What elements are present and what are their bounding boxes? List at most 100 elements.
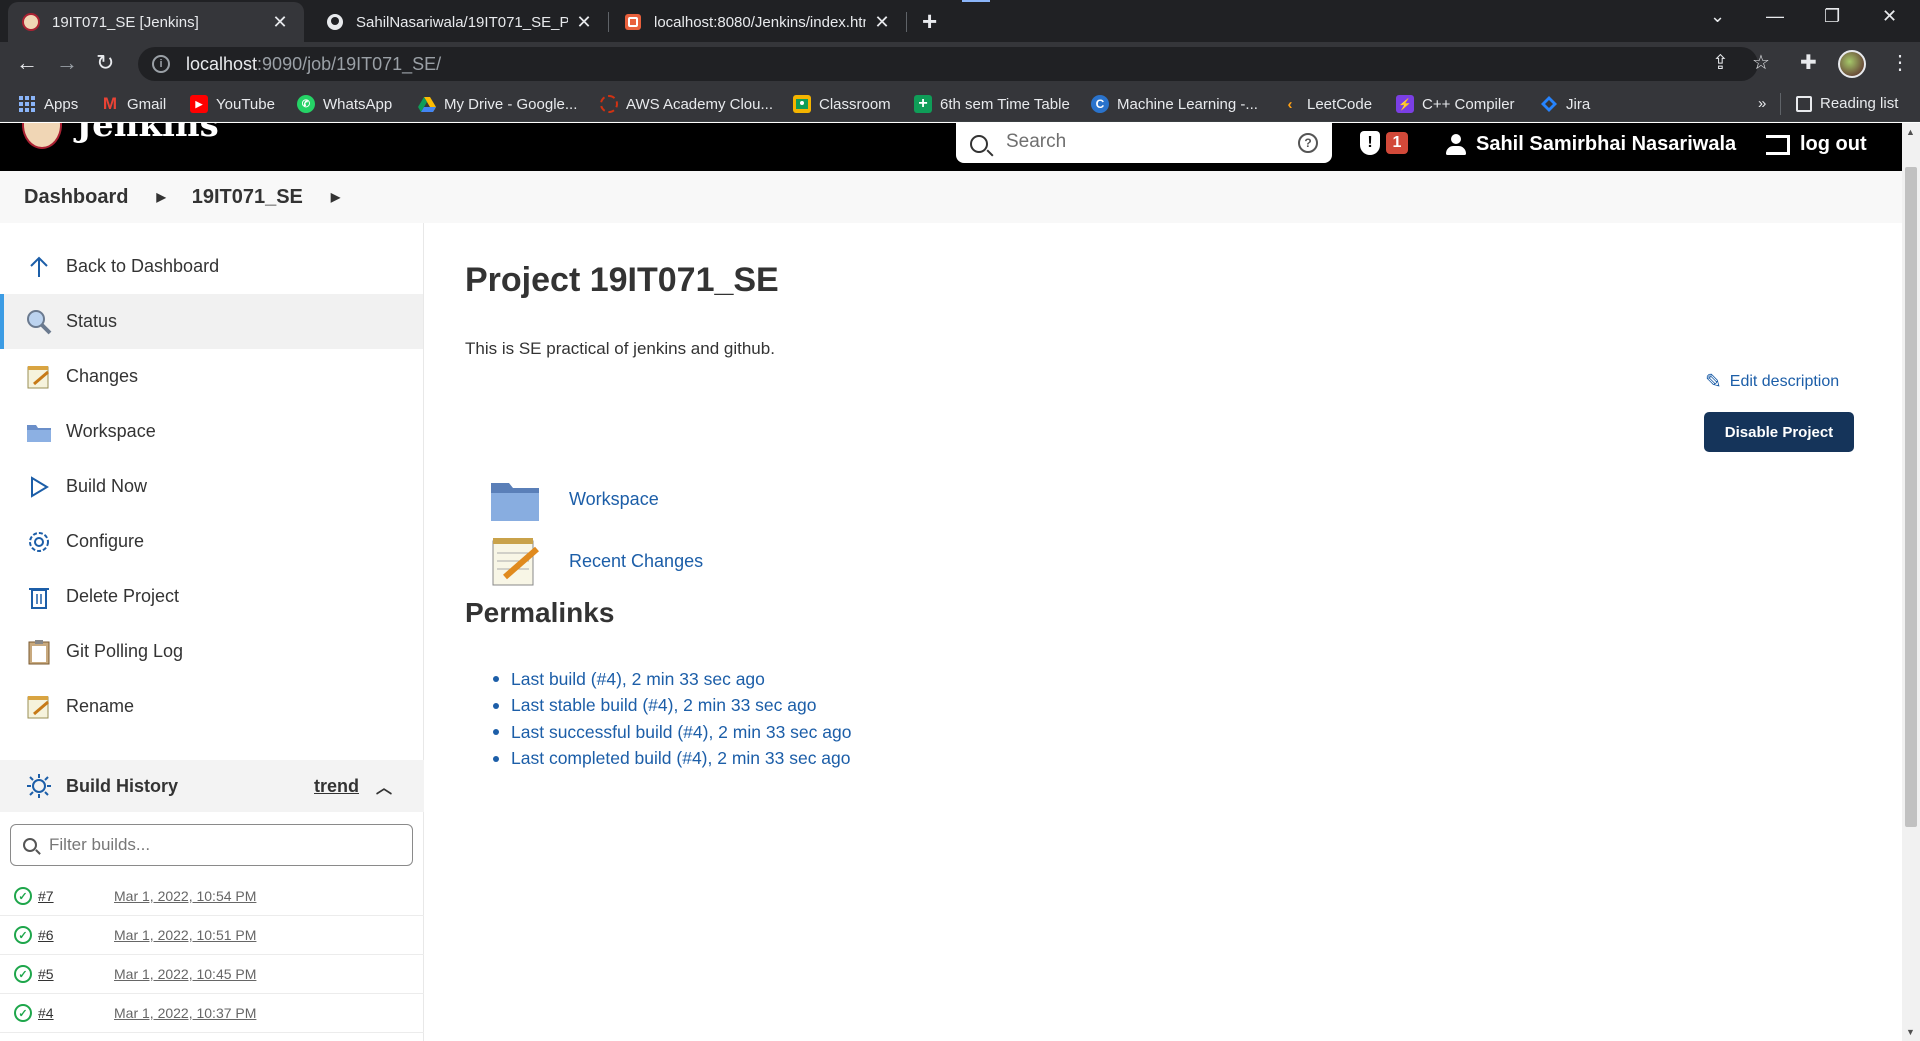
page-scrollbar[interactable]: ▲ ▼	[1902, 123, 1920, 1041]
build-number-link[interactable]: #7	[38, 888, 114, 904]
site-info-icon[interactable]: i	[152, 55, 170, 73]
success-check-icon: ✓	[14, 926, 32, 944]
chevron-up-icon[interactable]: ︿	[376, 774, 392, 798]
back-icon[interactable]: ←	[16, 50, 38, 76]
logout-icon	[1766, 134, 1790, 155]
monitor-alert[interactable]: ! 1	[1360, 131, 1408, 155]
more-bookmarks-chevron-icon: »	[1758, 95, 1767, 112]
reading-list[interactable]: Reading list	[1796, 95, 1898, 112]
sidebar-item-workspace[interactable]: Workspace	[0, 404, 423, 459]
page-icon	[624, 13, 642, 31]
sidebar-item-status[interactable]: Status	[0, 294, 423, 349]
build-date-link[interactable]: Mar 1, 2022, 10:51 PM	[114, 927, 256, 943]
user-link[interactable]: Sahil Samirbhai Nasariwala	[1446, 133, 1736, 156]
bookmark-classroom[interactable]: Classroom	[793, 95, 891, 113]
bookmark-gmail[interactable]: M Gmail	[101, 94, 167, 113]
bookmark-cpp[interactable]: ⚡ C++ Compiler	[1396, 95, 1515, 113]
bookmark-ml[interactable]: C Machine Learning -...	[1091, 95, 1258, 113]
menu-kebab-icon[interactable]: ⋮	[1890, 50, 1910, 75]
tab-search-icon[interactable]: ⌄	[1710, 6, 1725, 27]
bookmark-youtube[interactable]: ▶ YouTube	[190, 95, 275, 113]
build-number-link[interactable]: #4	[38, 1005, 114, 1021]
build-number-link[interactable]: #5	[38, 966, 114, 982]
sidebar-item-configure[interactable]: Configure	[0, 514, 423, 569]
minimize-icon[interactable]: —	[1766, 6, 1784, 27]
workspace-link[interactable]: Workspace	[489, 473, 659, 525]
bookmark-label: Gmail	[127, 95, 167, 113]
bookmark-whatsapp[interactable]: ✆ WhatsApp	[297, 95, 392, 113]
bookmark-label: My Drive - Google...	[444, 95, 578, 113]
leetcode-icon: ‹	[1287, 95, 1293, 113]
url-text[interactable]: localhost:9090/job/19IT071_SE/	[186, 54, 441, 75]
sidebar-item-delete-project[interactable]: Delete Project	[0, 569, 423, 624]
bookmark-leetcode[interactable]: ‹ LeetCode	[1281, 95, 1373, 113]
disable-project-button[interactable]: Disable Project	[1704, 412, 1854, 452]
sidebar-item-label: Delete Project	[66, 586, 180, 606]
reading-list-icon	[1796, 95, 1812, 112]
tab-github[interactable]: SahilNasariwala/19IT071_SE_Prac ✕	[312, 2, 608, 42]
reload-icon[interactable]: ↻	[96, 50, 114, 76]
permalink-last-successful-build[interactable]: Last successful build (#4), 2 min 33 sec…	[493, 719, 851, 746]
address-bar[interactable]: i localhost:9090/job/19IT071_SE/	[138, 47, 1758, 81]
aws-icon	[600, 95, 618, 113]
bookmark-star-icon[interactable]: ☆	[1752, 50, 1770, 75]
jenkins-logo[interactable]: Jenkins	[22, 123, 219, 149]
permalink-last-build[interactable]: Last build (#4), 2 min 33 sec ago	[493, 666, 851, 693]
classroom-icon	[793, 95, 811, 113]
sidebar-item-changes[interactable]: Changes	[0, 349, 423, 404]
sidebar-item-git-polling-log[interactable]: Git Polling Log	[0, 624, 423, 679]
bookmark-drive[interactable]: My Drive - Google...	[418, 95, 577, 113]
close-icon[interactable]: ✕	[872, 12, 892, 33]
profile-avatar[interactable]	[1838, 50, 1866, 78]
new-tab-icon[interactable]: +	[922, 6, 937, 37]
breadcrumb-dashboard[interactable]: Dashboard	[24, 186, 128, 209]
apps-grid-icon	[18, 95, 36, 113]
filter-builds-box	[10, 824, 413, 866]
breadcrumb-project[interactable]: 19IT071_SE	[192, 186, 303, 209]
tab-localhost[interactable]: localhost:8080/Jenkins/index.htm ✕	[610, 2, 906, 42]
build-number-link[interactable]: #6	[38, 927, 114, 943]
arrow-up-icon	[26, 254, 52, 280]
share-icon[interactable]: ⇪	[1712, 50, 1729, 75]
edit-description-link[interactable]: ✎ Edit description	[1705, 369, 1839, 394]
restore-icon[interactable]: ❐	[1824, 6, 1840, 27]
scrollbar-thumb[interactable]	[1905, 167, 1917, 827]
close-icon[interactable]: ✕	[270, 12, 290, 33]
help-icon[interactable]: ?	[1298, 133, 1318, 153]
build-date-link[interactable]: Mar 1, 2022, 10:45 PM	[114, 966, 256, 982]
permalink-last-stable-build[interactable]: Last stable build (#4), 2 min 33 sec ago	[493, 693, 851, 720]
bookmark-jira[interactable]: Jira	[1540, 95, 1590, 113]
workspace-link-label: Workspace	[569, 488, 659, 509]
drive-icon	[418, 95, 436, 113]
filter-builds-input[interactable]	[49, 835, 412, 855]
more-bookmarks[interactable]: »	[1758, 95, 1766, 112]
youtube-icon: ▶	[190, 95, 208, 113]
scroll-up-arrow-icon[interactable]: ▲	[1906, 127, 1915, 137]
breadcrumb-chevron-icon[interactable]: ▶	[156, 190, 165, 204]
recent-changes-link[interactable]: Recent Changes	[489, 535, 703, 587]
forward-icon[interactable]: →	[56, 50, 78, 76]
coursera-icon: C	[1091, 95, 1109, 113]
trend-link[interactable]: trend	[314, 776, 359, 797]
build-date-link[interactable]: Mar 1, 2022, 10:54 PM	[114, 888, 256, 904]
jenkins-icon	[22, 13, 40, 31]
build-date-link[interactable]: Mar 1, 2022, 10:37 PM	[114, 1005, 256, 1021]
sidebar-item-back-to-dashboard[interactable]: Back to Dashboard	[0, 239, 423, 294]
jenkins-header: Jenkins ? ! 1 Sahil Samirbhai Nasariwala…	[0, 123, 1902, 171]
scroll-down-arrow-icon[interactable]: ▼	[1906, 1027, 1915, 1037]
breadcrumb-chevron-icon[interactable]: ▶	[331, 190, 340, 204]
logout-link[interactable]: log out	[1766, 133, 1867, 156]
sidebar-item-build-now[interactable]: Build Now	[0, 459, 423, 514]
bookmark-apps[interactable]: Apps	[18, 95, 78, 113]
search-input[interactable]	[1006, 131, 1298, 153]
close-window-icon[interactable]: ✕	[1882, 6, 1897, 27]
bookmark-aws[interactable]: AWS Academy Clou...	[600, 95, 773, 113]
close-icon[interactable]: ✕	[574, 12, 594, 33]
tab-jenkins[interactable]: 19IT071_SE [Jenkins] ✕	[8, 2, 304, 42]
tab-title: 19IT071_SE [Jenkins]	[52, 13, 199, 31]
extensions-icon[interactable]: ✚	[1800, 50, 1817, 75]
permalink-last-completed-build[interactable]: Last completed build (#4), 2 min 33 sec …	[493, 746, 851, 773]
sidebar-item-rename[interactable]: Rename	[0, 679, 423, 734]
page-title: Project 19IT071_SE	[465, 261, 779, 299]
bookmark-timetable[interactable]: + 6th sem Time Table	[914, 95, 1070, 113]
